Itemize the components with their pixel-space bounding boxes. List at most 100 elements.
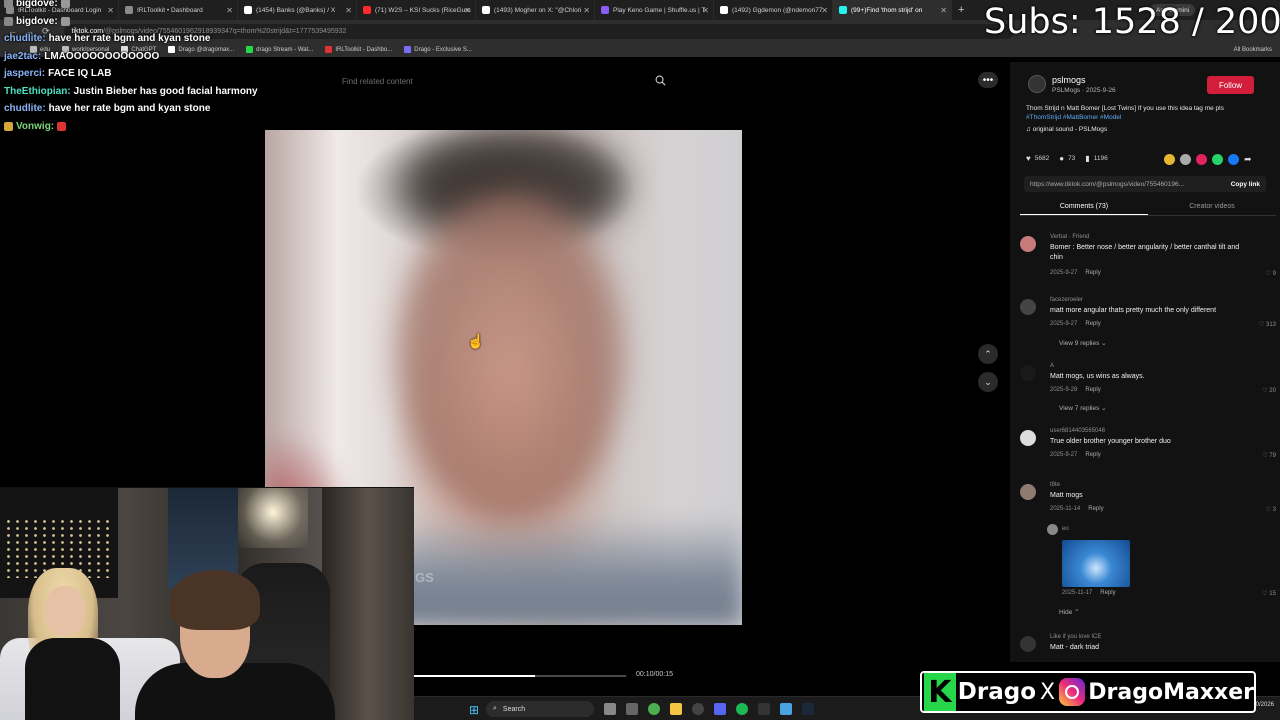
embed-share-icon[interactable] bbox=[1164, 154, 1175, 165]
comment-count: 73 bbox=[1068, 155, 1076, 162]
browser-tab[interactable]: (71) W2S – KSI Sucks (RiceGum ✕ bbox=[357, 0, 476, 20]
close-icon[interactable]: ✕ bbox=[345, 6, 352, 15]
reply-button[interactable]: Reply bbox=[1085, 387, 1100, 393]
browser-tab[interactable]: IRLToolkit • Dashboard ✕ bbox=[119, 0, 238, 20]
share-arrow-icon[interactable]: ➦ bbox=[1244, 154, 1252, 165]
chat-message: Vonwig: bbox=[4, 121, 69, 132]
avatar[interactable] bbox=[1020, 636, 1036, 652]
comment-like-button[interactable]: ♡ 20 bbox=[1262, 387, 1276, 394]
search-input[interactable]: Find related content bbox=[334, 71, 674, 91]
notepad-icon[interactable] bbox=[780, 703, 792, 715]
next-video-button[interactable]: ⌄ bbox=[978, 372, 998, 392]
comment-username[interactable]: A bbox=[1050, 363, 1054, 369]
reply-button[interactable]: Reply bbox=[1085, 321, 1100, 327]
view-replies-button[interactable]: View 7 replies ⌄ bbox=[1059, 404, 1107, 412]
close-icon[interactable]: ✕ bbox=[107, 6, 114, 15]
browser-tab[interactable]: (1454) Banks (@Banks) / X ✕ bbox=[238, 0, 357, 20]
windows-start-icon[interactable]: ⊞ bbox=[469, 703, 479, 717]
obs-icon[interactable] bbox=[692, 703, 704, 715]
chat-text: have her rate bgm and kyan stone bbox=[48, 103, 211, 114]
video-link-field[interactable]: https://www.tiktok.com/@pslmogs/video/75… bbox=[1024, 176, 1266, 192]
comment-like-button[interactable]: ♡ 3 bbox=[1266, 506, 1276, 513]
terminal-icon[interactable] bbox=[758, 703, 770, 715]
save-button[interactable]: ▮ 1196 bbox=[1085, 154, 1107, 163]
reply-button[interactable]: Reply bbox=[1085, 270, 1100, 276]
task-view-icon[interactable] bbox=[604, 703, 616, 715]
comment-username[interactable]: t8te bbox=[1050, 482, 1060, 488]
avatar[interactable] bbox=[1020, 299, 1036, 315]
chat-text: FACE IQ LAB bbox=[48, 68, 112, 79]
close-icon[interactable]: ✕ bbox=[583, 6, 590, 15]
avatar[interactable] bbox=[1020, 484, 1036, 500]
avatar[interactable] bbox=[1020, 430, 1036, 446]
caption-hashtags[interactable]: #ThomStrijd #MattBomer #Model bbox=[1026, 114, 1121, 121]
new-tab-button[interactable]: + bbox=[952, 4, 964, 16]
video-progress-bar[interactable] bbox=[414, 675, 626, 677]
bookmark-item[interactable]: IRLToolkit - Dashbo... bbox=[325, 46, 392, 53]
sound-link[interactable]: ♫ original sound - PSLMogs bbox=[1026, 126, 1107, 133]
discord-icon[interactable] bbox=[714, 703, 726, 715]
search-icon[interactable] bbox=[655, 75, 666, 86]
more-options-button[interactable]: ••• bbox=[978, 72, 998, 88]
comment-like-button[interactable]: ♡ 15 bbox=[1262, 590, 1276, 597]
chat-message: jae2tac: LMAOOOOOOOOOOOO bbox=[4, 51, 159, 62]
bookmark-item[interactable]: drago Stream - Wat... bbox=[246, 46, 313, 53]
taskbar-search[interactable]: ⌕ Search bbox=[486, 701, 594, 717]
bookmark-item[interactable]: Drago - Exclusive S... bbox=[404, 46, 472, 53]
tab-comments[interactable]: Comments (73) bbox=[1020, 198, 1148, 215]
view-replies-button[interactable]: View 9 replies ⌄ bbox=[1059, 339, 1107, 347]
chat-text: LMAOOOOOOOOOOOO bbox=[44, 51, 160, 62]
copy-link-button[interactable]: Copy link bbox=[1231, 181, 1260, 188]
bookmark-item[interactable]: Drago @dragomax... bbox=[168, 46, 234, 53]
previous-video-button[interactable]: ⌃ bbox=[978, 344, 998, 364]
comment-username[interactable]: Like if you love ICE bbox=[1050, 634, 1101, 640]
close-icon[interactable]: ✕ bbox=[464, 6, 471, 15]
youtube-favicon-icon bbox=[363, 6, 371, 14]
comment-username[interactable]: Verbal · Friend bbox=[1050, 234, 1089, 240]
avatar[interactable] bbox=[1028, 75, 1046, 93]
reply-button[interactable]: Reply bbox=[1088, 506, 1103, 512]
author-name[interactable]: pslmogs bbox=[1052, 75, 1086, 85]
facebook-share-icon[interactable] bbox=[1228, 154, 1239, 165]
comment-username[interactable]: eo bbox=[1062, 526, 1069, 532]
file-explorer-icon[interactable] bbox=[670, 703, 682, 715]
avatar[interactable] bbox=[1020, 236, 1036, 252]
like-button[interactable]: ♥ 5682 bbox=[1026, 154, 1049, 163]
spotify-icon[interactable] bbox=[736, 703, 748, 715]
video-progress-fill bbox=[414, 675, 535, 677]
chat-text: have her rate bgm and kyan stone bbox=[48, 33, 211, 44]
tab-creator-videos[interactable]: Creator videos bbox=[1148, 198, 1276, 215]
pinterest-share-icon[interactable] bbox=[1196, 154, 1207, 165]
comment-username[interactable]: facezeroeler bbox=[1050, 297, 1083, 303]
all-bookmarks-button[interactable]: All Bookmarks bbox=[1234, 47, 1272, 53]
browser-tab[interactable]: (1492) Ggdemon (@ndemon77 ✕ bbox=[714, 0, 833, 20]
social-banner: K Drago X DragoMaxxer bbox=[920, 671, 1256, 713]
kick-logo-icon: K bbox=[924, 673, 956, 711]
close-icon[interactable]: ✕ bbox=[226, 6, 233, 15]
reply-image[interactable] bbox=[1062, 540, 1130, 587]
close-icon[interactable]: ✕ bbox=[702, 6, 709, 15]
follow-button[interactable]: Follow bbox=[1207, 76, 1254, 94]
comment-username[interactable]: user6814403565046 bbox=[1050, 428, 1105, 434]
settings-icon[interactable] bbox=[626, 703, 638, 715]
close-icon[interactable]: ✕ bbox=[821, 6, 828, 15]
reply-button[interactable]: Reply bbox=[1085, 452, 1100, 458]
comment-button[interactable]: ● 73 bbox=[1059, 154, 1075, 163]
chat-message: jasperci: FACE IQ LAB bbox=[4, 68, 111, 79]
chat-message: chudlite: have her rate bgm and kyan ston… bbox=[4, 33, 210, 44]
steam-icon[interactable] bbox=[802, 703, 814, 715]
close-icon[interactable]: ✕ bbox=[940, 6, 947, 15]
comment-like-button[interactable]: ♡ 313 bbox=[1259, 321, 1276, 328]
whatsapp-share-icon[interactable] bbox=[1212, 154, 1223, 165]
comment-like-button[interactable]: ♡ 79 bbox=[1262, 452, 1276, 459]
browser-tab-active[interactable]: (99+)Find 'thom strijd' on ✕ bbox=[833, 0, 952, 20]
avatar[interactable] bbox=[1047, 524, 1058, 535]
browser-tab[interactable]: (1493) Mogher on X: "@Chlori ✕ bbox=[476, 0, 595, 20]
hide-replies-button[interactable]: Hide ⌃ bbox=[1059, 608, 1080, 616]
chrome-icon[interactable] bbox=[648, 703, 660, 715]
comment-like-button[interactable]: ♡ 9 bbox=[1266, 270, 1276, 277]
friends-share-icon[interactable] bbox=[1180, 154, 1191, 165]
reply-button[interactable]: Reply bbox=[1100, 590, 1115, 596]
browser-tab[interactable]: Play Keno Game | Shuffle.us | T ✕ bbox=[595, 0, 714, 20]
avatar[interactable] bbox=[1020, 365, 1036, 381]
